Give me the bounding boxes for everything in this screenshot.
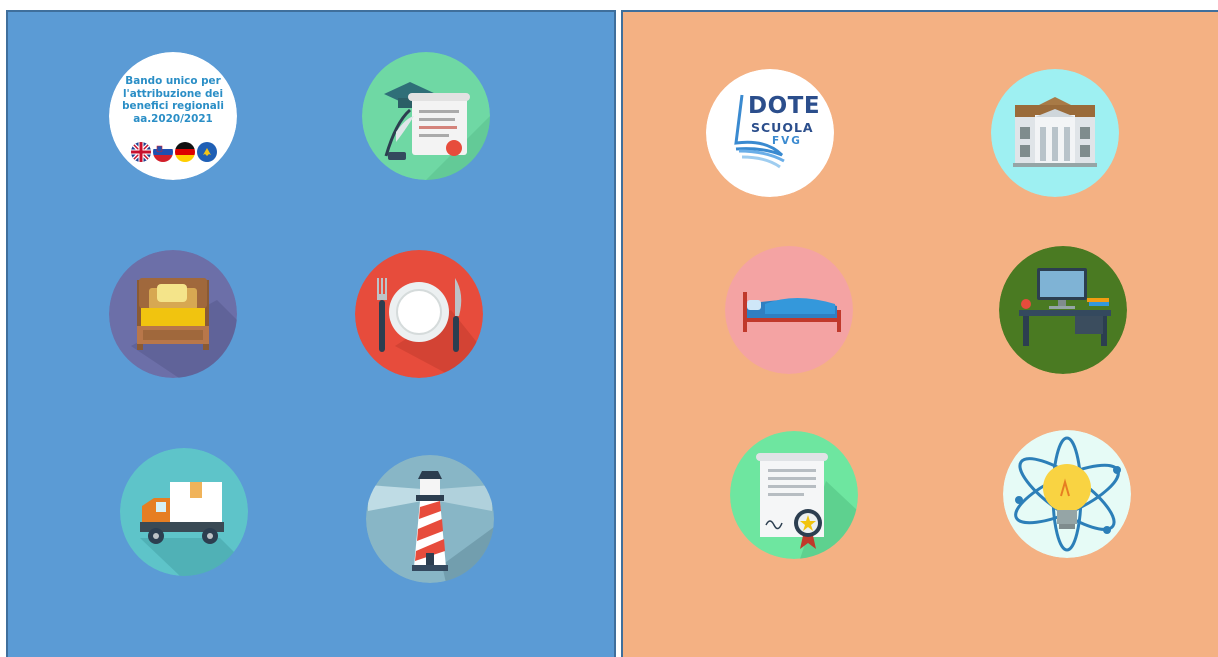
lighthouse-icon bbox=[366, 455, 494, 583]
bando-line-4: aa.2020/2021 bbox=[133, 112, 213, 125]
language-flags bbox=[131, 142, 217, 162]
dining-button[interactable] bbox=[355, 250, 483, 378]
bando-unico-button[interactable]: Bando unico per l'attribuzione dei benef… bbox=[109, 52, 237, 180]
delivery-truck-icon bbox=[120, 448, 248, 576]
germany-flag-icon[interactable] bbox=[175, 142, 195, 162]
dormitory-button[interactable] bbox=[725, 246, 853, 374]
dote-line-1: DOTE bbox=[748, 93, 821, 119]
uk-flag-icon[interactable] bbox=[131, 142, 151, 162]
left-panel: Bando unico per l'attribuzione dei benef… bbox=[6, 10, 616, 657]
science-lightbulb-icon bbox=[1003, 430, 1131, 558]
school-building-button[interactable] bbox=[991, 69, 1119, 197]
graduation-diploma-button[interactable] bbox=[362, 52, 490, 180]
bando-title: Bando unico per l'attribuzione dei benef… bbox=[109, 75, 237, 125]
right-panel: DOTE SCUOLA FVG bbox=[621, 10, 1218, 657]
study-desk-button[interactable] bbox=[999, 246, 1127, 374]
dining-plate-icon bbox=[355, 250, 483, 378]
lighthouse-button[interactable] bbox=[366, 455, 494, 583]
bando-line-3: benefici regionali bbox=[122, 100, 224, 113]
friuli-flag-icon[interactable] bbox=[197, 142, 217, 162]
school-building-icon bbox=[991, 69, 1119, 197]
bando-line-2: l'attribuzione dei bbox=[122, 87, 224, 100]
study-desk-icon bbox=[999, 246, 1127, 374]
science-button[interactable] bbox=[1003, 430, 1131, 558]
dote-line-3: FVG bbox=[772, 135, 802, 147]
certificate-button[interactable] bbox=[730, 431, 858, 559]
slovenia-flag-icon[interactable] bbox=[153, 142, 173, 162]
dote-line-2: SCUOLA bbox=[751, 120, 814, 135]
bed-button[interactable] bbox=[109, 250, 237, 378]
dote-scuola-button[interactable]: DOTE SCUOLA FVG bbox=[706, 69, 834, 197]
certificate-icon bbox=[730, 431, 858, 559]
dormitory-bed-icon bbox=[725, 246, 853, 374]
delivery-button[interactable] bbox=[120, 448, 248, 576]
bando-line-1: Bando unico per bbox=[125, 75, 221, 87]
bed-icon bbox=[109, 250, 237, 378]
graduation-diploma-icon bbox=[362, 52, 490, 180]
